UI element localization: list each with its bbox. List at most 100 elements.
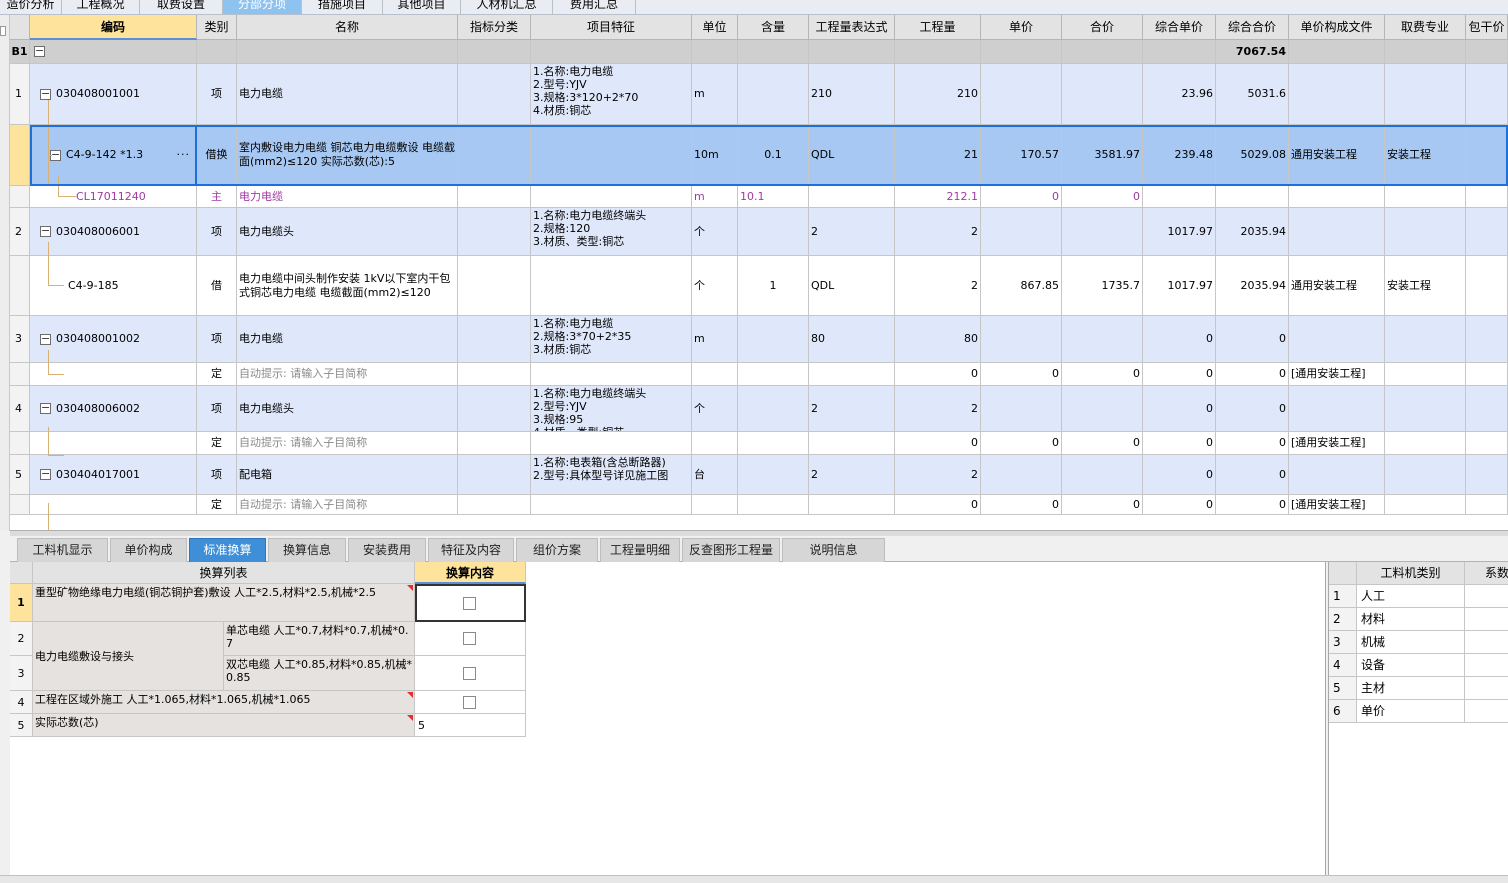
cell-major[interactable] [1385, 432, 1466, 455]
cell-major[interactable] [1385, 495, 1466, 515]
row-number[interactable]: 2 [10, 208, 30, 256]
cell-content[interactable] [738, 432, 809, 455]
cell-content[interactable]: 10.1 [738, 186, 809, 208]
cell-lump[interactable] [1466, 125, 1508, 186]
labor-coef-cell[interactable] [1465, 654, 1508, 677]
cell-file[interactable] [1289, 64, 1385, 125]
cell-file[interactable] [1289, 386, 1385, 432]
cell-type[interactable]: 项 [197, 455, 237, 495]
cell-feature[interactable] [531, 363, 692, 386]
cell-indicator[interactable] [458, 455, 531, 495]
bottom-tab-4[interactable]: 安装费用 [348, 538, 426, 562]
cell-comp_total[interactable]: 0 [1216, 495, 1289, 515]
column-header-2[interactable]: 名称 [237, 15, 458, 40]
cell-indicator[interactable] [458, 363, 531, 386]
top-tab-3[interactable]: 分部分项 [223, 0, 302, 14]
cell-comp_price[interactable]: 0 [1143, 386, 1216, 432]
cell-feature[interactable]: 1.名称:电力电缆终端头 2.型号:YJV 3.规格:95 4.材质、类型:铜芯 [531, 386, 692, 432]
cell-type[interactable]: 主 [197, 186, 237, 208]
cell-code[interactable]: −030408006002 [30, 386, 197, 432]
cell-content[interactable] [738, 208, 809, 256]
cell-qty[interactable]: 0 [895, 363, 981, 386]
cell-total[interactable]: 0 [1062, 186, 1143, 208]
row-number[interactable] [10, 256, 30, 316]
cell-qty[interactable]: 2 [895, 256, 981, 316]
cell-code[interactable]: −030404017001 [30, 455, 197, 495]
cell-feature[interactable] [531, 125, 692, 186]
cell-feature[interactable]: 1.名称:电表箱(含总断路器) 2.型号:具体型号详见施工图 [531, 455, 692, 495]
cell-feature[interactable] [531, 186, 692, 208]
cell-total[interactable] [1062, 64, 1143, 125]
top-tab-2[interactable]: 取费设置 [140, 0, 223, 14]
cell-code[interactable]: −030408001002 [30, 316, 197, 363]
cell-file[interactable] [1289, 455, 1385, 495]
column-header-6[interactable]: 含量 [738, 15, 809, 40]
labor-row-number[interactable]: 1 [1329, 585, 1357, 608]
cell-price[interactable]: 0 [981, 363, 1062, 386]
cell-expr[interactable]: 2 [809, 386, 895, 432]
cell-price[interactable] [981, 386, 1062, 432]
cell-file[interactable]: [通用安装工程] [1289, 432, 1385, 455]
cell-qty[interactable]: 210 [895, 64, 981, 125]
cell-comp_total[interactable]: 0 [1216, 363, 1289, 386]
cell-total[interactable] [1062, 455, 1143, 495]
conv-row-number[interactable]: 3 [10, 656, 33, 691]
cell-name[interactable]: 自动提示: 请输入子目简称 [237, 363, 458, 386]
cell-comp_price[interactable] [1143, 186, 1216, 208]
cell-content[interactable] [738, 64, 809, 125]
bottom-tab-6[interactable]: 组价方案 [516, 538, 598, 562]
cell-comp_total[interactable]: 2035.94 [1216, 256, 1289, 316]
top-tab-4[interactable]: 措施项目 [302, 0, 383, 14]
cell-price[interactable]: 0 [981, 432, 1062, 455]
column-header-11[interactable]: 综合单价 [1143, 15, 1216, 40]
conv-item-value[interactable] [415, 691, 526, 714]
bottom-tab-7[interactable]: 工程量明细 [600, 538, 680, 562]
cell-content[interactable]: 1 [738, 256, 809, 316]
cell-feature[interactable]: 1.名称:电力电缆 2.规格:3*70+2*35 3.材质:铜芯 [531, 316, 692, 363]
cell-total[interactable] [1062, 316, 1143, 363]
cell-price[interactable]: 0 [981, 495, 1062, 515]
cell-name[interactable]: 电力电缆中间头制作安装 1kV以下室内干包式铜芯电力电缆 电缆截面(mm2)≤1… [237, 256, 458, 316]
cell-comp_total[interactable]: 5029.08 [1216, 125, 1289, 186]
cell-expr[interactable]: 210 [809, 64, 895, 125]
cell-type[interactable]: 项 [197, 316, 237, 363]
cell-unit[interactable]: 个 [692, 386, 738, 432]
labor-row-number[interactable]: 6 [1329, 700, 1357, 723]
cell-comp_price[interactable]: 239.48 [1143, 125, 1216, 186]
cell-content[interactable] [738, 316, 809, 363]
cell-lump[interactable] [1466, 316, 1508, 363]
column-header-5[interactable]: 单位 [692, 15, 738, 40]
cell-total[interactable]: 0 [1062, 495, 1143, 515]
collapse-toggle-icon[interactable]: − [34, 45, 45, 57]
cell-indicator[interactable] [458, 316, 531, 363]
cell-code[interactable]: −030408006001 [30, 208, 197, 256]
conv-row-number[interactable]: 4 [10, 691, 33, 714]
labor-row-number[interactable]: 5 [1329, 677, 1357, 700]
bottom-tab-3[interactable]: 换算信息 [268, 538, 346, 562]
cell-lump[interactable] [1466, 432, 1508, 455]
top-tab-0[interactable]: 造价分析 [0, 0, 62, 14]
cell-total[interactable]: 0 [1062, 363, 1143, 386]
top-tab-6[interactable]: 人材机汇总 [461, 0, 553, 14]
conv-row-number[interactable]: 2 [10, 622, 33, 656]
cell-price[interactable]: 0 [981, 186, 1062, 208]
cell-expr[interactable] [809, 186, 895, 208]
cell-type[interactable]: 项 [197, 64, 237, 125]
cell-comp_price[interactable]: 23.96 [1143, 64, 1216, 125]
cell-comp_total[interactable]: 0 [1216, 316, 1289, 363]
cell-expr[interactable] [809, 363, 895, 386]
bottom-tab-1[interactable]: 单价构成 [110, 538, 187, 562]
cell-price[interactable]: 867.85 [981, 256, 1062, 316]
labor-row-number[interactable]: 3 [1329, 631, 1357, 654]
cell-lump[interactable] [1466, 186, 1508, 208]
row-number[interactable]: 1 [10, 64, 30, 125]
row-number[interactable] [10, 363, 30, 386]
cell-content[interactable]: 0.1 [738, 125, 809, 186]
cell-expr[interactable]: 2 [809, 455, 895, 495]
cell-major[interactable] [1385, 208, 1466, 256]
cell-code[interactable]: − C4-9-142 *1.3 ··· [30, 125, 197, 186]
labor-coef-cell[interactable] [1465, 700, 1508, 723]
cell-type[interactable]: 借换 [197, 125, 237, 186]
conv-item-value[interactable] [415, 584, 526, 622]
labor-coef-cell[interactable] [1465, 608, 1508, 631]
